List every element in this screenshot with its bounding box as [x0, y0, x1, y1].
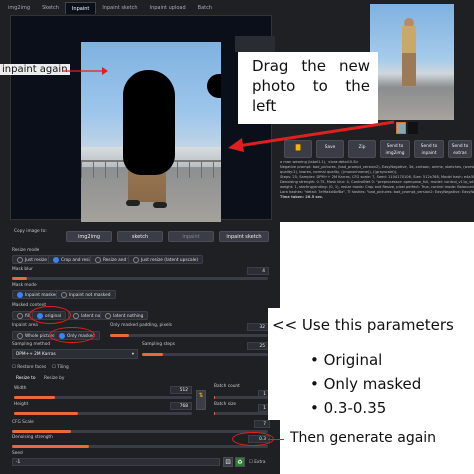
cfg-scale-label: CFG Scale — [12, 420, 34, 425]
params-annotation-title: << Use this parameters — [272, 316, 454, 334]
output-thumbnail-selected[interactable] — [396, 122, 406, 134]
mask-mode-inpaint-not-masked[interactable]: Inpaint not masked — [56, 290, 116, 299]
generated-image[interactable] — [370, 4, 454, 120]
seed-label: Seed — [12, 451, 23, 456]
sampling-method-label: Sampling method — [12, 342, 51, 347]
param-only-masked: Only masked — [323, 375, 422, 393]
cfg-scale-slider[interactable] — [12, 430, 268, 433]
swap-dimensions-button[interactable]: ⇅ — [196, 390, 206, 410]
width-slider[interactable] — [14, 396, 192, 399]
tab-inpaint[interactable]: Inpaint — [64, 2, 97, 14]
sampling-steps-label: Sampling steps — [142, 342, 176, 347]
original-highlight — [29, 306, 71, 324]
mask-mode-label: Mask mode — [12, 283, 37, 288]
sampling-method-select[interactable]: DPM++ 2M Karras ▾ — [12, 349, 138, 359]
swap-icon: ⇅ — [198, 392, 204, 399]
arrow-right-icon — [62, 67, 108, 75]
sampling-steps-slider[interactable] — [142, 353, 268, 356]
drag-annotation: Drag the new photo to the left — [252, 57, 370, 115]
canvas-tools[interactable] — [235, 36, 275, 52]
person-shoe — [153, 202, 167, 208]
copy-image-label: Copy image to: — [14, 229, 47, 234]
info-line: Time taken: 26.5 sec. — [280, 195, 324, 199]
tab-inpaint-sketch[interactable]: Inpaint sketch — [96, 2, 143, 14]
generation-info: a man wearing (label1.1), <lora:detail:0… — [280, 160, 474, 200]
chevron-down-icon: ▾ — [131, 352, 134, 357]
height-label: Height — [14, 402, 29, 407]
tiling-label: Tiling — [57, 365, 69, 370]
resize-mode-label: Resize mode — [12, 248, 40, 253]
param-item: • Original — [310, 351, 383, 369]
output-thumbnail[interactable] — [408, 122, 418, 134]
inpaint-mask — [123, 70, 175, 175]
mask-blur-slider[interactable] — [12, 277, 268, 280]
width-label: Width — [14, 386, 27, 391]
inpaint-area-label: Inpaint area — [12, 323, 38, 328]
arrow-left-icon — [228, 120, 395, 152]
sampling-steps-input[interactable]: 25 — [247, 342, 269, 350]
tab-sketch[interactable]: Sketch — [36, 2, 65, 14]
batch-count-label: Batch count — [214, 384, 240, 389]
dice-icon: ⚄ — [225, 459, 231, 466]
copy-to-inpaint-button[interactable]: inpaint — [168, 231, 214, 242]
person-shoe — [126, 200, 140, 206]
tab-batch[interactable]: Batch — [192, 2, 218, 14]
batch-size-slider[interactable] — [214, 412, 268, 415]
padding-slider[interactable] — [110, 334, 268, 337]
param-item: • Only masked — [310, 375, 422, 393]
restore-faces-checkbox[interactable]: ☐ Restore faces — [12, 365, 46, 370]
width-input[interactable]: 512 — [170, 386, 192, 394]
extra-checkbox[interactable]: ☐ Extra — [249, 460, 266, 465]
batch-count-slider[interactable] — [214, 396, 268, 399]
img2img-tabs: img2img Sketch Inpaint Inpaint sketch In… — [2, 2, 218, 14]
tab-img2img[interactable]: img2img — [2, 2, 36, 14]
random-seed-button[interactable]: ⚄ — [223, 457, 233, 467]
generate-annotation: Then generate again — [290, 430, 437, 446]
denoising-pointer-line — [268, 439, 284, 440]
denoising-label: Denoising strength — [12, 435, 53, 440]
padding-label: Only masked padding, pixels — [110, 323, 172, 328]
tab-resize-by[interactable]: Resize by — [44, 376, 64, 381]
seed-input[interactable]: -1 — [12, 458, 220, 466]
tiling-checkbox[interactable]: ☐ Tiling — [52, 365, 69, 370]
only-masked-highlight — [49, 327, 95, 343]
copy-to-inpaint-sketch-button[interactable]: inpaint sketch — [219, 231, 269, 242]
copy-to-sketch-button[interactable]: sketch — [117, 231, 163, 242]
copy-to-img2img-button[interactable]: img2img — [66, 231, 112, 242]
masked-content-latent-nothing[interactable]: latent nothing — [100, 311, 149, 320]
mask-blur-label: Mask blur — [12, 267, 33, 272]
reuse-seed-button[interactable]: ♻ — [235, 457, 245, 467]
tab-resize-to[interactable]: Resize to — [16, 376, 35, 381]
height-slider[interactable] — [14, 412, 192, 415]
param-denoise-range: 0.3-0.35 — [323, 399, 387, 417]
sampling-method-value: DPM++ 2M Karras — [16, 352, 56, 357]
mask-blur-input[interactable]: 4 — [247, 267, 269, 275]
height-input[interactable]: 768 — [170, 402, 192, 410]
restore-faces-label: Restore faces — [17, 365, 47, 370]
resize-latent-upscale[interactable]: Just resize (latent upscale) — [128, 255, 204, 264]
cfg-scale-input[interactable]: 7 — [254, 420, 270, 428]
padding-input[interactable]: 32 — [247, 323, 269, 331]
recycle-icon: ♻ — [237, 459, 243, 466]
resize-just-resize[interactable]: Just resize — [12, 255, 52, 264]
params-list: • Original • Only masked • 0.3-0.35 — [310, 348, 421, 420]
denoising-slider[interactable] — [12, 445, 268, 448]
batch-size-label: Batch size — [214, 402, 237, 407]
send-to-inpaint-button[interactable]: Send to inpaint — [414, 140, 444, 158]
param-item: • 0.3-0.35 — [310, 399, 387, 417]
param-original: Original — [323, 351, 383, 369]
tab-inpaint-upload[interactable]: Inpaint upload — [144, 2, 192, 14]
send-to-extras-button[interactable]: Send to extras — [448, 140, 472, 158]
person-figure — [402, 26, 416, 86]
extra-label: Extra — [254, 460, 266, 465]
